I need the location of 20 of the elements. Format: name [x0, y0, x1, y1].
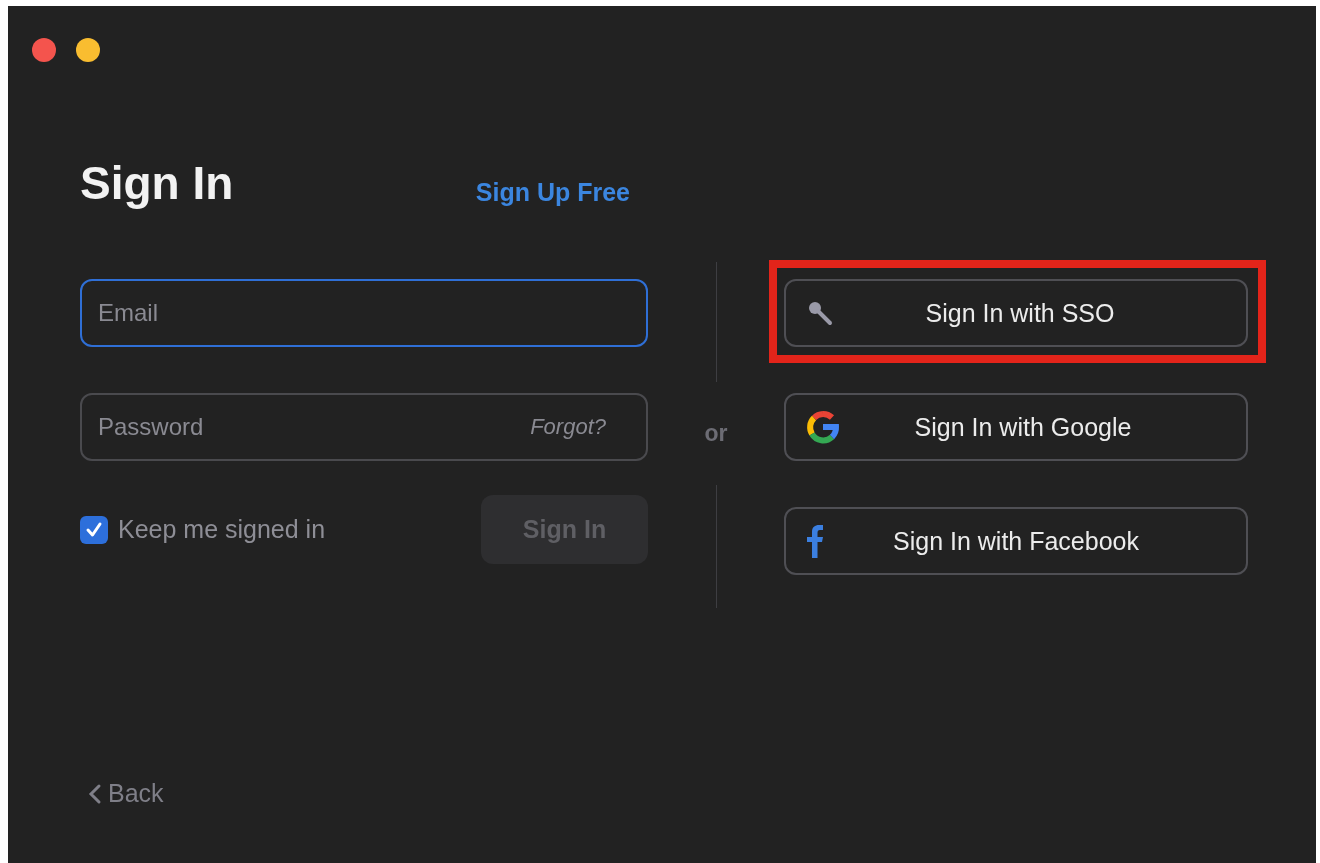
- back-link[interactable]: Back: [88, 779, 1316, 808]
- password-input[interactable]: Password: [96, 412, 521, 442]
- close-window-button[interactable]: [32, 38, 56, 62]
- chevron-left-icon: [88, 782, 102, 805]
- keep-signed-in-checkbox[interactable]: [80, 515, 108, 544]
- page-title: Sign In: [80, 156, 234, 211]
- facebook-sign-in-button[interactable]: Sign In with Facebook: [784, 507, 1248, 575]
- email-field[interactable]: Email: [80, 279, 648, 347]
- or-separator: or: [704, 420, 728, 447]
- google-icon: [806, 410, 840, 444]
- password-field[interactable]: Password Forgot?: [80, 393, 648, 461]
- key-sign-in-button[interactable]: Sign In with SSO: [784, 279, 1248, 347]
- forgot-link[interactable]: Forgot?: [530, 414, 606, 440]
- google-sign-in-button[interactable]: Sign In with Google: [784, 393, 1248, 461]
- key-icon: [806, 299, 834, 327]
- email-input[interactable]: Email: [96, 298, 606, 328]
- facebook-icon: [806, 524, 826, 558]
- sign-up-link[interactable]: Sign Up Free: [475, 178, 630, 207]
- keep-signed-in-label: Keep me signed in: [118, 515, 326, 544]
- minimize-window-button[interactable]: [76, 38, 100, 62]
